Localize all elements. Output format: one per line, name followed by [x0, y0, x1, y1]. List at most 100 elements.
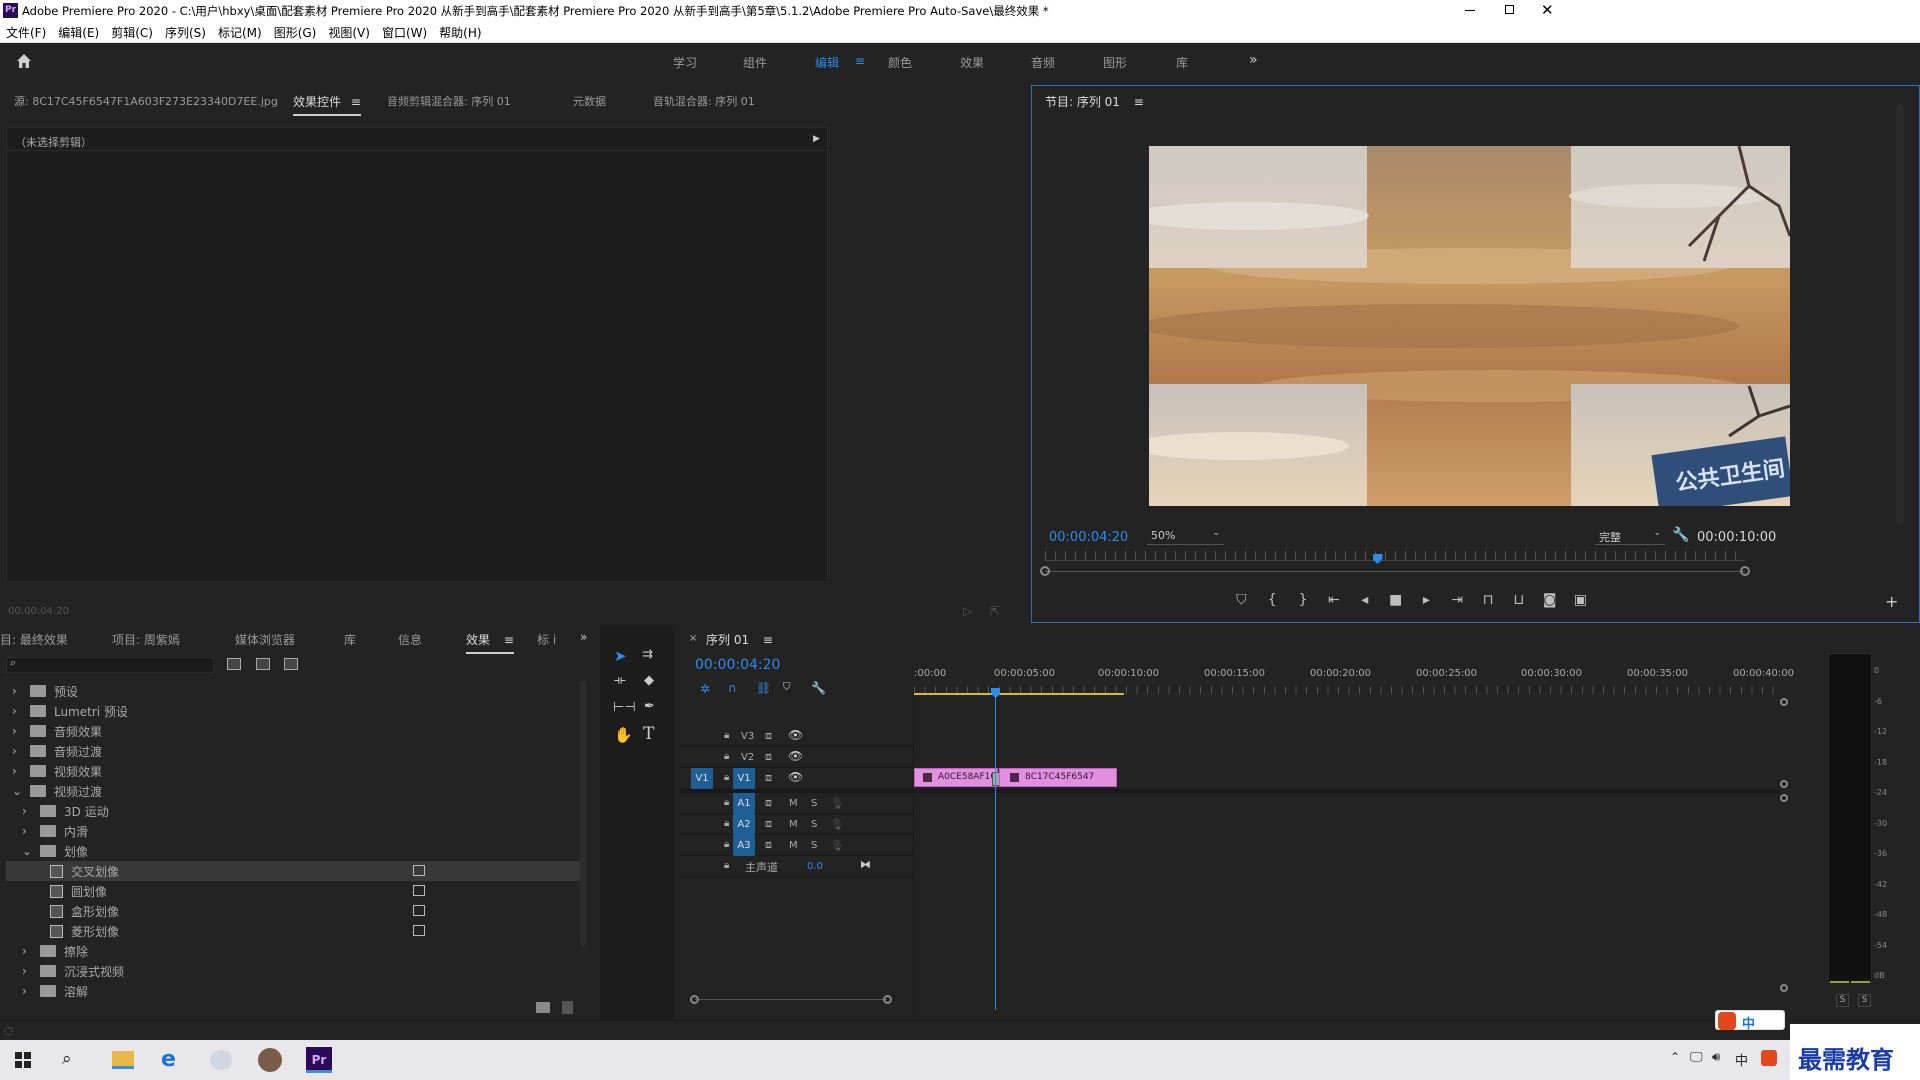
export-icon[interactable]: ⇱	[990, 604, 1000, 618]
horizontal-scrollbar[interactable]	[695, 999, 887, 1000]
mark-in-icon[interactable]: {	[1262, 592, 1283, 612]
edge-browser-icon[interactable]: e	[161, 1047, 176, 1072]
more-workspaces-icon[interactable]: »	[1249, 52, 1258, 68]
time-ruler[interactable]: :00:00 00:00:05:00 00:00:10:00 00:00:15:…	[914, 668, 1794, 700]
windows-start-icon[interactable]	[15, 1052, 31, 1068]
lock-icon[interactable]: 🔒︎	[724, 818, 729, 829]
quality-select[interactable]: 完整 ⌄	[1595, 528, 1665, 545]
add-button-icon[interactable]: +	[1885, 592, 1898, 611]
workspace-learn[interactable]: 学习	[673, 54, 697, 71]
clip-a0ce58[interactable]: A0CE58AF1C3C	[914, 768, 1009, 787]
step-forward-icon[interactable]: ▸	[1416, 592, 1437, 612]
tab-markers[interactable]: 标 i	[537, 631, 556, 648]
lock-icon[interactable]: 🔒︎	[724, 797, 729, 808]
menu-edit[interactable]: 编辑(E)	[58, 24, 99, 41]
menu-sequence[interactable]: 序列(S)	[165, 24, 206, 41]
menu-help[interactable]: 帮助(H)	[439, 24, 481, 41]
source-patch-v1[interactable]: V1	[691, 768, 713, 789]
mute-button[interactable]: M	[789, 840, 798, 851]
tab-project-final[interactable]: 目: 最终效果	[0, 631, 68, 648]
file-explorer-icon[interactable]	[112, 1051, 134, 1069]
tree-item-dissolve[interactable]: › 溶解	[6, 981, 581, 1001]
menu-view[interactable]: 视图(V)	[328, 24, 370, 41]
lock-icon[interactable]: 🔒︎	[724, 751, 729, 762]
volume-icon[interactable]: 🔊︎	[1712, 1050, 1720, 1065]
workspace-editing[interactable]: 编辑	[815, 54, 839, 71]
panel-menu-icon[interactable]: ≡	[351, 95, 361, 109]
lock-icon[interactable]: 🔒︎	[724, 730, 729, 741]
tab-audio-clip-mixer[interactable]: 音频剪辑混合器: 序列 01	[387, 93, 511, 109]
zoom-handle-left[interactable]	[1040, 566, 1050, 576]
timeline-timecode[interactable]: 00:00:04:20	[695, 657, 780, 673]
zoom-handle-right[interactable]	[1740, 566, 1750, 576]
premiere-taskbar-icon[interactable]: Pr	[306, 1047, 332, 1073]
program-playhead[interactable]	[1372, 554, 1383, 564]
accelerated-effects-icon[interactable]	[227, 658, 241, 670]
tree-item-video-transitions[interactable]: ⌄ 视频过渡	[6, 781, 581, 801]
workspace-effects[interactable]: 效果	[960, 54, 984, 71]
go-to-end-icon[interactable]: ⧓	[860, 858, 871, 871]
tab-project-zhou[interactable]: 项目: 周紫嫣	[112, 631, 180, 648]
minimize-icon[interactable]	[1465, 10, 1475, 11]
tree-item-wipe[interactable]: › 擦除	[6, 941, 581, 961]
workspace-color[interactable]: 颜色	[888, 54, 912, 71]
network-icon[interactable]: 🖵︎	[1690, 1050, 1703, 1065]
yuv-effects-icon[interactable]	[284, 658, 298, 670]
effects-search-field[interactable]: ⌕	[6, 656, 214, 673]
workspace-audio[interactable]: 音频	[1031, 54, 1055, 71]
track-select-tool-icon[interactable]: ⇉	[642, 647, 653, 662]
extract-icon[interactable]: ⊔	[1508, 592, 1529, 612]
tab-source[interactable]: 源: 8C17C45F6547F1A603F273E23340D7EE.jpg	[14, 93, 278, 109]
master-volume[interactable]: 0.0	[807, 861, 823, 872]
clip-8c17c4[interactable]: 8C17C45F6547	[999, 768, 1117, 787]
tab-info[interactable]: 信息	[398, 631, 422, 648]
sync-lock-icon[interactable]: ⧈	[765, 750, 772, 764]
monitor-scrollbar[interactable]	[1896, 104, 1904, 524]
eye-icon[interactable]: 👁︎	[788, 770, 803, 784]
tab-audio-track-mixer[interactable]: 音轨混合器: 序列 01	[653, 93, 755, 109]
tab-media-browser[interactable]: 媒体浏览器	[235, 631, 295, 648]
home-icon[interactable]	[16, 53, 32, 69]
lock-icon[interactable]: 🔒︎	[724, 860, 729, 871]
snap-icon[interactable]: ∩	[728, 681, 737, 695]
step-back-icon[interactable]: ◂	[1354, 592, 1375, 612]
tab-libraries[interactable]: 库	[344, 631, 356, 648]
sync-lock-icon[interactable]: ⧈	[765, 838, 772, 852]
hand-tool-icon[interactable]: ✋	[614, 726, 633, 744]
play-audio-icon[interactable]: ▷	[963, 604, 972, 618]
tree-item-lumetri[interactable]: › Lumetri 预设	[6, 701, 581, 721]
menu-file[interactable]: 文件(F)	[6, 24, 46, 41]
go-to-out-icon[interactable]: ⇥	[1447, 592, 1468, 612]
sync-lock-icon[interactable]: ⧈	[765, 729, 772, 743]
tree-item-presets[interactable]: › 预设	[6, 681, 581, 701]
eye-icon[interactable]: 👁︎	[788, 728, 803, 742]
new-bin-icon[interactable]	[536, 1002, 550, 1013]
tree-item-audio-effects[interactable]: › 音频效果	[6, 721, 581, 741]
menu-graphics[interactable]: 图形(G)	[274, 24, 317, 41]
tree-item-immersive[interactable]: › 沉浸式视频	[6, 961, 581, 981]
tree-item-iris-round[interactable]: 圆划像	[6, 881, 581, 901]
timeline-settings-icon[interactable]: 🔧	[811, 681, 826, 695]
export-frame-icon[interactable]: ◙	[1539, 592, 1560, 612]
taskbar-search-icon[interactable]: ⌕	[62, 1049, 72, 1069]
workspace-graphics[interactable]: 图形	[1103, 54, 1127, 71]
pen-tool-icon[interactable]: ✒	[644, 699, 655, 714]
stop-icon[interactable]: ■	[1385, 592, 1406, 612]
close-icon[interactable]: ✕	[1541, 1, 1554, 19]
effects-menu-icon[interactable]: ≡	[504, 633, 514, 647]
type-tool-icon[interactable]: T	[643, 724, 654, 744]
vertical-scroll-handle-mid[interactable]	[1780, 780, 1788, 788]
h-scroll-handle-right[interactable]	[883, 995, 892, 1004]
tab-sequence[interactable]: 序列 01 ≡	[706, 631, 773, 648]
close-sequence-icon[interactable]: ×	[689, 633, 697, 644]
lift-icon[interactable]: ⊓	[1478, 592, 1499, 612]
lock-icon[interactable]: 🔒︎	[724, 839, 729, 850]
tree-item-video-effects[interactable]: › 视频效果	[6, 761, 581, 781]
microphone-icon[interactable]: 🎙︎	[830, 797, 844, 810]
settings-wrench-icon[interactable]: 🔧	[1672, 527, 1689, 543]
solo-left-button[interactable]: S	[1836, 994, 1849, 1007]
track-name[interactable]: A3	[733, 835, 755, 856]
track-name[interactable]: V1	[733, 768, 755, 789]
tree-item-iris-box[interactable]: 盒形划像	[6, 901, 581, 921]
razor-tool-icon[interactable]: ◆	[644, 673, 654, 688]
